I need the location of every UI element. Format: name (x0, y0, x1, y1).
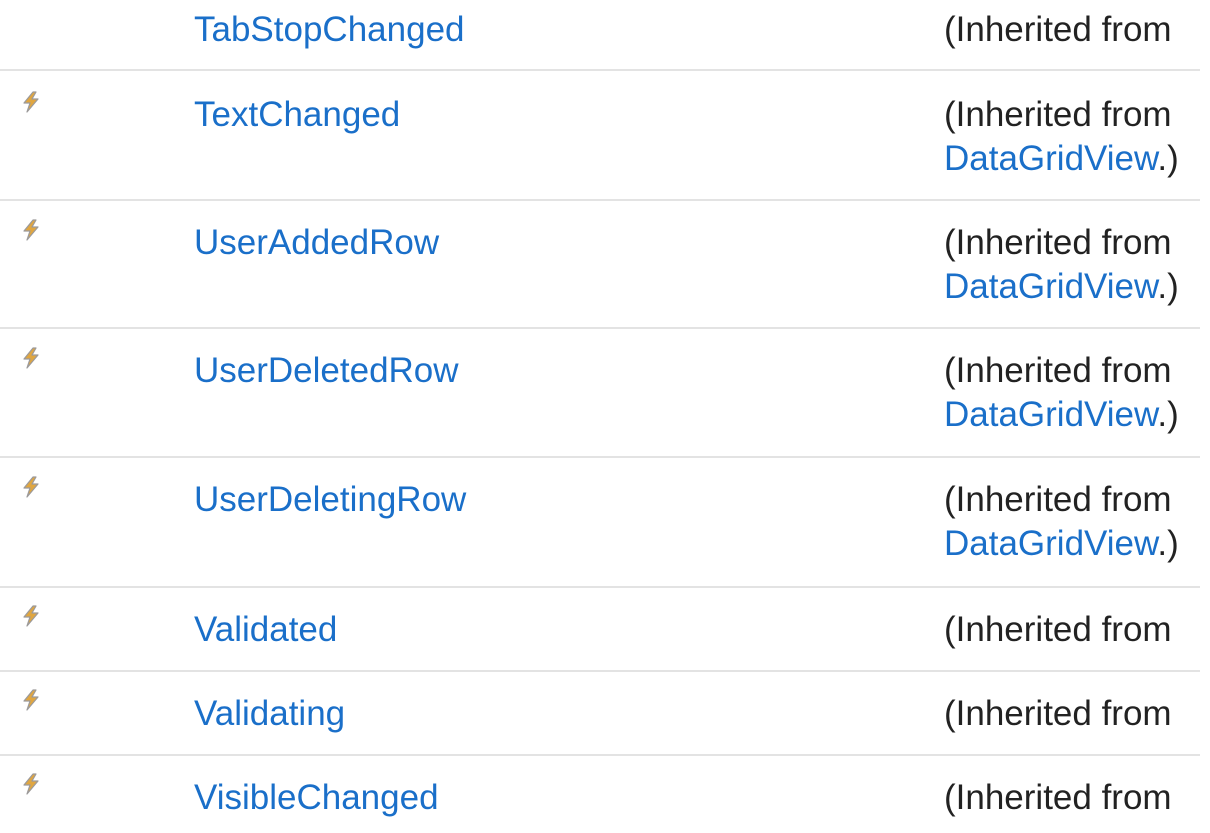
event-link[interactable]: TextChanged (194, 93, 400, 137)
event-link[interactable]: UserDeletingRow (194, 478, 466, 522)
inherited-suffix: .) (1157, 139, 1179, 178)
table-row: VisibleChanged (Inherited from (0, 756, 1200, 833)
event-link[interactable]: Validating (194, 692, 345, 736)
event-lightning-icon (20, 91, 42, 113)
inherited-label: (Inherited from (944, 95, 1172, 134)
inherited-description: (Inherited from (944, 692, 1172, 736)
table-row: TabStopChanged (Inherited from (0, 0, 1200, 71)
inherited-description: (Inherited from DataGridView.) (944, 93, 1179, 181)
inherited-description: (Inherited from DataGridView.) (944, 221, 1179, 309)
event-lightning-icon (20, 773, 42, 795)
event-link[interactable]: Validated (194, 608, 337, 652)
inherited-label: (Inherited from (944, 223, 1172, 262)
event-lightning-icon (20, 347, 42, 369)
inherited-suffix: .) (1157, 395, 1179, 434)
event-lightning-icon (20, 476, 42, 498)
table-row: UserDeletingRow (Inherited from DataGrid… (0, 458, 1200, 588)
inherited-label: (Inherited from (944, 351, 1172, 390)
inherited-label: (Inherited from (944, 610, 1172, 649)
event-link[interactable]: UserDeletedRow (194, 349, 459, 393)
inherited-suffix: .) (1157, 524, 1179, 563)
event-lightning-icon (20, 689, 42, 711)
inherited-description: (Inherited from DataGridView.) (944, 349, 1179, 437)
table-row: UserAddedRow (Inherited from DataGridVie… (0, 201, 1200, 329)
inherited-label: (Inherited from (944, 694, 1172, 733)
inherited-suffix: .) (1157, 267, 1179, 306)
inherited-label: (Inherited from (944, 778, 1172, 817)
table-row: Validating (Inherited from (0, 672, 1200, 756)
event-link[interactable]: TabStopChanged (194, 8, 465, 52)
table-row: TextChanged (Inherited from DataGridView… (0, 71, 1200, 201)
table-row: Validated (Inherited from (0, 588, 1200, 672)
inherited-description: (Inherited from (944, 776, 1172, 820)
inherited-description: (Inherited from (944, 608, 1172, 652)
inherited-label: (Inherited from (944, 480, 1172, 519)
datagridview-link[interactable]: DataGridView (944, 139, 1157, 178)
datagridview-link[interactable]: DataGridView (944, 395, 1157, 434)
inherited-description: (Inherited from DataGridView.) (944, 478, 1179, 566)
inherited-description: (Inherited from (944, 8, 1172, 52)
table-row: UserDeletedRow (Inherited from DataGridV… (0, 329, 1200, 458)
inherited-label: (Inherited from (944, 10, 1172, 49)
event-lightning-icon (20, 219, 42, 241)
event-link[interactable]: UserAddedRow (194, 221, 439, 265)
datagridview-link[interactable]: DataGridView (944, 267, 1157, 306)
datagridview-link[interactable]: DataGridView (944, 524, 1157, 563)
event-link[interactable]: VisibleChanged (194, 776, 439, 820)
event-lightning-icon (20, 605, 42, 627)
